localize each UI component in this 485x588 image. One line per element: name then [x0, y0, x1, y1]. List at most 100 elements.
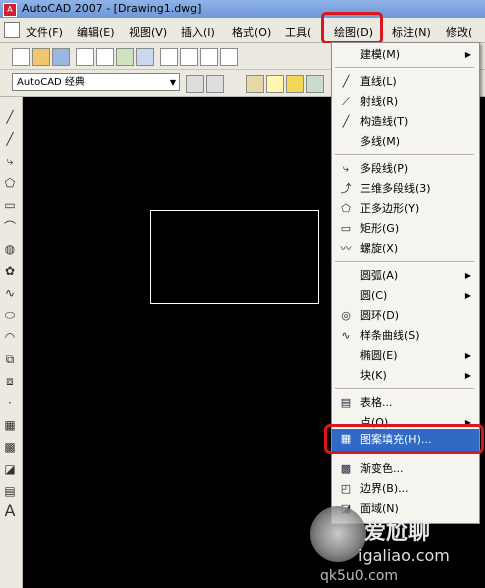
menu-modify[interactable]: 修改( [446, 24, 472, 40]
menu-item-circle[interactable]: 圆(C) ▶ [332, 286, 479, 306]
polygon-icon[interactable]: ⬠ [2, 175, 18, 191]
boundary-icon: ◰ [340, 482, 352, 495]
gradient-icon: ▩ [340, 462, 352, 475]
match-properties-icon[interactable] [220, 48, 238, 66]
autocad-app-icon[interactable]: A [3, 3, 17, 17]
menu-separator [335, 388, 474, 390]
drawn-rectangle[interactable] [150, 210, 319, 304]
3d-dwf-icon[interactable] [136, 48, 154, 66]
menu-separator [335, 67, 474, 69]
table-icon[interactable]: ▤ [2, 483, 18, 499]
menu-separator [335, 261, 474, 263]
save-icon[interactable] [52, 48, 70, 66]
menu-item-modeling[interactable]: 建模(M) ▶ [332, 45, 479, 65]
line-icon: ╱ [342, 75, 350, 88]
print-icon[interactable] [76, 48, 94, 66]
spline-icon[interactable]: ∿ [2, 285, 18, 301]
layer-bulb-icon[interactable] [266, 75, 284, 93]
menu-edit[interactable]: 编辑(E) [77, 24, 115, 40]
menu-item-boundary[interactable]: ◰ 边界(B)... [332, 479, 479, 499]
point-icon[interactable]: · [2, 395, 18, 411]
menu-view[interactable]: 视图(V) [129, 24, 167, 40]
menu-item-block[interactable]: 块(K) ▶ [332, 366, 479, 386]
layer-sun-icon[interactable] [286, 75, 304, 93]
rectangle-icon: ▭ [340, 222, 352, 235]
ellipse-icon[interactable]: ⬭ [2, 307, 18, 323]
draw-toolbar: ╱ ╱ ⤷ ⬠ ▭ ⌒ ◍ ✿ ∿ ⬭ ◠ ⧉ ⧈ · ▦ ▩ ◪ ▤ A [0, 97, 23, 588]
helix-icon: 〰 [340, 242, 352, 255]
open-icon[interactable] [32, 48, 50, 66]
menu-item-donut[interactable]: ◎ 圆环(D) [332, 306, 479, 326]
region-icon[interactable]: ◪ [2, 461, 18, 477]
new-icon[interactable] [12, 48, 30, 66]
arc-icon[interactable]: ⌒ [2, 219, 18, 235]
layer-lock-icon[interactable] [306, 75, 324, 93]
menu-file[interactable]: 文件(F) [26, 24, 63, 40]
spline-icon: ∿ [341, 329, 351, 342]
polyline-icon: ⤷ [342, 162, 350, 175]
menu-item-polyline[interactable]: ⤷ 多段线(P) [332, 159, 479, 179]
table-icon: ▤ [340, 396, 352, 409]
watermark: 爱尬聊 igaliao.com qk5u0.com [300, 502, 485, 588]
hatch-icon[interactable]: ▦ [2, 417, 18, 433]
watermark-sub: qk5u0.com [320, 568, 399, 584]
menu-item-helix[interactable]: 〰 螺旋(X) [332, 239, 479, 259]
menu-item-polygon[interactable]: ⬠ 正多边形(Y) [332, 199, 479, 219]
cut-icon[interactable] [160, 48, 178, 66]
gradient-icon[interactable]: ▩ [2, 439, 18, 455]
copy-icon[interactable] [180, 48, 198, 66]
menu-item-ray[interactable]: ⟋ 射线(R) [332, 92, 479, 112]
document-icon[interactable] [4, 22, 20, 38]
construction-line-icon: ╱ [342, 115, 350, 128]
donut-icon: ◎ [341, 309, 351, 322]
workspace-combo[interactable]: AutoCAD 经典 ▼ [12, 73, 180, 91]
menu-item-line[interactable]: ╱ 直线(L) [332, 72, 479, 92]
draw-menu-callout [321, 12, 383, 44]
submenu-arrow-icon: ▶ [464, 351, 471, 360]
submenu-arrow-icon: ▶ [464, 50, 471, 59]
polygon-icon: ⬠ [341, 202, 351, 215]
revision-cloud-icon[interactable]: ✿ [2, 263, 18, 279]
menu-item-ellipse[interactable]: 椭圆(E) ▶ [332, 346, 479, 366]
publish-icon[interactable] [116, 48, 134, 66]
workspace-combo-value: AutoCAD 经典 [17, 77, 85, 88]
menu-item-spline[interactable]: ∿ 样条曲线(S) [332, 326, 479, 346]
construction-line-icon[interactable]: ╱ [2, 131, 18, 147]
line-icon[interactable]: ╱ [2, 109, 18, 125]
menu-insert[interactable]: 插入(I) [181, 24, 215, 40]
menu-tools[interactable]: 工具( [285, 24, 311, 40]
submenu-arrow-icon: ▶ [464, 271, 471, 280]
workspace-save-icon[interactable] [206, 75, 224, 93]
menu-item-rectangle[interactable]: ▭ 矩形(G) [332, 219, 479, 239]
submenu-arrow-icon: ▶ [464, 371, 471, 380]
rectangle-icon[interactable]: ▭ [2, 197, 18, 213]
menu-item-3d-polyline[interactable]: ⤴ 三维多段线(3) [332, 179, 479, 199]
layer-manager-icon[interactable] [246, 75, 264, 93]
preview-icon[interactable] [96, 48, 114, 66]
window-title: AutoCAD 2007 - [Drawing1.dwg] [22, 2, 202, 15]
3d-polyline-icon: ⤴ [340, 182, 352, 195]
menu-item-multiline[interactable]: 多线(M) [332, 132, 479, 152]
submenu-arrow-icon: ▶ [464, 291, 471, 300]
ray-icon: ⟋ [342, 95, 350, 108]
menu-item-construction-line[interactable]: ╱ 构造线(T) [332, 112, 479, 132]
menu-item-gradient[interactable]: ▩ 渐变色... [332, 459, 479, 479]
paste-icon[interactable] [200, 48, 218, 66]
ellipse-arc-icon[interactable]: ◠ [2, 329, 18, 345]
menu-item-table[interactable]: ▤ 表格... [332, 393, 479, 413]
multiline-text-icon[interactable]: A [2, 503, 18, 519]
title-bar: A AutoCAD 2007 - [Drawing1.dwg] [0, 0, 485, 18]
menu-dimension[interactable]: 标注(N) [392, 24, 431, 40]
menu-bar: 文件(F) 编辑(E) 视图(V) 插入(I) 格式(O) 工具( 绘图(D) … [0, 18, 485, 43]
menu-format[interactable]: 格式(O) [232, 24, 271, 40]
workspace-settings-icon[interactable] [186, 75, 204, 93]
menu-item-arc[interactable]: 圆弧(A) ▶ [332, 266, 479, 286]
insert-block-icon[interactable]: ⧉ [2, 351, 18, 367]
chevron-down-icon[interactable]: ▼ [170, 74, 176, 92]
polyline-icon[interactable]: ⤷ [2, 153, 18, 169]
make-block-icon[interactable]: ⧈ [2, 373, 18, 389]
hatch-item-callout [324, 424, 484, 454]
watermark-domain: igaliao.com [358, 546, 450, 565]
circle-icon[interactable]: ◍ [2, 241, 18, 257]
menu-separator [335, 154, 474, 156]
